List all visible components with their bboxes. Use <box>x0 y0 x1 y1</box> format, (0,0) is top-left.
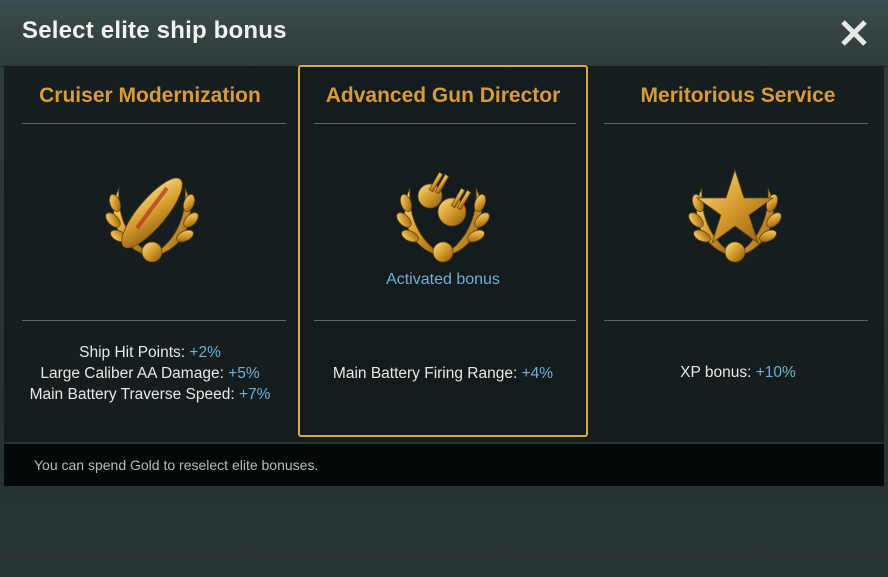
card-title: Meritorious Service <box>640 84 836 107</box>
dialog-header: Select elite ship bonus <box>0 0 888 67</box>
card-stats: Ship Hit Points: +2% Large Caliber AA Da… <box>8 342 292 405</box>
card-divider <box>314 123 576 124</box>
stat-line: Large Caliber AA Damage: +5% <box>8 363 292 384</box>
star-medal-icon <box>688 168 782 263</box>
elite-bonus-dialog: Select elite ship bonus Cruiser Moderniz… <box>0 0 888 577</box>
card-stats: XP bonus: +10% <box>596 362 880 383</box>
card-divider <box>604 320 868 321</box>
bonus-cards-area: Cruiser Modernization Ship Hit Points: +… <box>4 65 884 442</box>
footer-bar: You can spend Gold to reselect elite bon… <box>4 444 884 486</box>
close-button[interactable] <box>838 17 870 49</box>
stat-line: Main Battery Traverse Speed: +7% <box>8 384 292 405</box>
activated-bonus-label: Activated bonus <box>386 271 500 288</box>
stat-line: XP bonus: +10% <box>596 362 880 383</box>
stat-value: +10% <box>755 364 796 381</box>
stat-label: Ship Hit Points: <box>79 344 190 361</box>
stat-label: Large Caliber AA Damage: <box>40 365 229 382</box>
gun-director-medal-icon <box>396 171 490 263</box>
card-title: Advanced Gun Director <box>325 84 561 107</box>
footer-note: You can spend Gold to reselect elite bon… <box>34 457 319 473</box>
bonus-card-meritorious-service[interactable]: Meritorious Service XP bonus: +10% <box>596 66 880 438</box>
stat-label: Main Battery Firing Range: <box>332 365 522 382</box>
bonus-card-advanced-gun-director[interactable]: Advanced Gun Director Activated bonus Ma… <box>298 65 588 437</box>
card-divider <box>22 123 286 124</box>
stat-line: Main Battery Firing Range: +4% <box>300 363 586 384</box>
stat-value: +2% <box>189 344 221 361</box>
stat-value: +5% <box>228 365 260 382</box>
card-divider <box>604 123 868 124</box>
card-title: Cruiser Modernization <box>39 84 261 107</box>
card-divider <box>22 320 286 321</box>
stat-line: Ship Hit Points: +2% <box>8 342 292 363</box>
close-icon <box>841 20 867 46</box>
bonus-card-cruiser-modernization[interactable]: Cruiser Modernization Ship Hit Points: +… <box>8 66 292 438</box>
dialog-title: Select elite ship bonus <box>22 17 287 44</box>
card-stats: Main Battery Firing Range: +4% <box>300 363 586 384</box>
stat-value: +4% <box>521 365 554 382</box>
stat-label: XP bonus: <box>680 364 756 381</box>
stat-value: +7% <box>238 386 271 403</box>
card-divider <box>314 320 576 321</box>
stat-label: Main Battery Traverse Speed: <box>29 386 239 403</box>
cruiser-modernization-medal-icon <box>105 177 199 263</box>
